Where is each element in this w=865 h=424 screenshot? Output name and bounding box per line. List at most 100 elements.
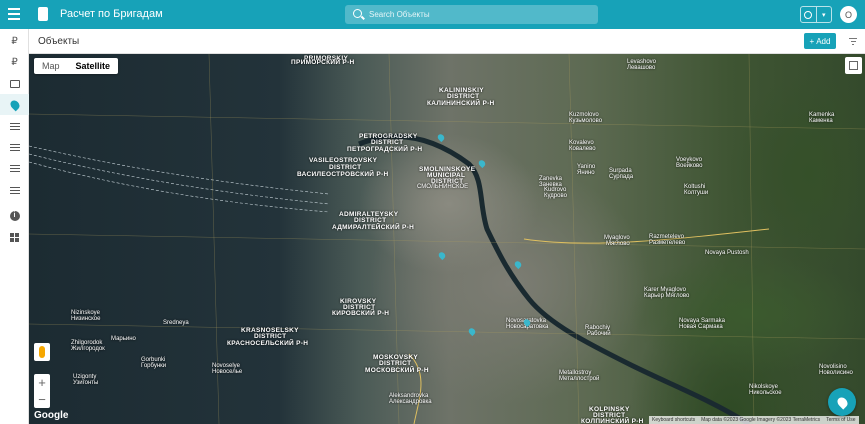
search-box (345, 5, 598, 24)
map-place-label: Кузьмолово (569, 118, 603, 124)
map-place-label: Марьино (111, 336, 136, 342)
map-place-label: Sredneya (163, 320, 189, 326)
pegman-icon (39, 346, 45, 358)
street-view-button[interactable] (34, 343, 50, 361)
map-pin-icon (834, 394, 850, 410)
zoom-out-button[interactable]: − (34, 391, 50, 408)
filter-icon[interactable] (849, 38, 857, 45)
map-place-label: КИРОВСКИЙ Р-Н (332, 310, 390, 317)
map-place-label: Мяглово (606, 241, 630, 247)
map-place-label: Левашово (627, 65, 656, 71)
image-icon (9, 79, 20, 88)
map-place-label: Колтуши (684, 190, 709, 196)
map-place-label: DISTRICT (447, 93, 480, 100)
sidebar-item-list-3[interactable] (0, 158, 29, 179)
map-place-label: Каменка (809, 118, 833, 124)
app-title: Расчет по Бригадам (60, 8, 163, 20)
page-title: Объекты (38, 36, 80, 47)
sidebar-item-list-4[interactable] (0, 180, 29, 201)
add-button-label: Add (816, 36, 831, 46)
map-place-label: Горбунки (141, 363, 167, 369)
list-icon (9, 186, 20, 195)
sidebar: ₽ ₽ i (0, 29, 29, 424)
map-place-label: VASILEOSTROVSKY (309, 157, 378, 164)
map-place-label: Ковалево (569, 146, 596, 152)
map-place-label: Разметелево (649, 240, 686, 246)
map-place-label: Янино (577, 170, 595, 176)
avatar[interactable]: O (840, 6, 857, 23)
map-place-label: DISTRICT (371, 139, 404, 146)
map-place-label: DISTRICT (379, 360, 412, 367)
language-selector[interactable]: ▾ (800, 6, 832, 23)
map-place-label: Узигонты (73, 380, 99, 386)
map-place-label: Никольское (749, 390, 782, 396)
map-place-label: Воейково (676, 163, 703, 169)
map-place-label: Новая Сармака (679, 324, 723, 330)
list-icon (9, 122, 20, 131)
fullscreen-button[interactable] (845, 57, 862, 74)
globe-button[interactable] (801, 7, 817, 22)
map-pin-icon (8, 98, 21, 111)
ruble-icon: ₽ (11, 57, 18, 68)
zoom-control: + − (34, 374, 50, 408)
list-icon (9, 164, 20, 173)
dropdown-button[interactable]: ▾ (817, 7, 832, 22)
search-icon (353, 9, 362, 18)
sidebar-item-ruble-2[interactable]: ₽ (0, 52, 29, 73)
terms-link[interactable]: Terms of Use (826, 417, 855, 423)
map-place-label: СМОЛЬНИНСКОЕ (417, 184, 469, 190)
app-bar: Расчет по Бригадам ▾ O (0, 0, 865, 29)
map-type-control: Map Satellite (34, 58, 119, 74)
map-type-map-button[interactable]: Map (34, 58, 68, 74)
map-place-label: DISTRICT (254, 333, 287, 340)
list-icon (9, 143, 20, 152)
map-data-text: Map data ©2023 Google Imagery ©2023 Terr… (701, 417, 821, 423)
keyboard-shortcuts-link[interactable]: Keyboard shortcuts (652, 417, 695, 423)
map-place-label: Карьер Мяглово (644, 293, 690, 299)
globe-icon (804, 10, 813, 19)
search-input[interactable] (369, 7, 589, 22)
map-place-label: КРАСНОСЕЛЬСКИЙ Р-Н (227, 340, 309, 347)
map-place-label: DISTRICT (329, 164, 362, 171)
map-place-label: Металлострой (559, 376, 600, 382)
sidebar-item-ruble-1[interactable]: ₽ (0, 31, 29, 52)
google-logo: Google (34, 410, 69, 421)
sidebar-item-info[interactable]: i (0, 205, 29, 226)
map-place-label: АДМИРАЛТЕЙСКИЙ Р-Н (332, 224, 415, 231)
grid-icon (10, 233, 19, 242)
map-place-label: Новоселье (212, 369, 243, 375)
info-icon: i (9, 210, 20, 221)
plus-icon: + (809, 36, 815, 46)
map-attribution: Keyboard shortcuts Map data ©2023 Google… (649, 416, 859, 424)
map-place-label: Александровка (389, 399, 432, 405)
map-place-label: DISTRICT (354, 217, 387, 224)
map-place-label: Сурпада (609, 174, 634, 180)
map-place-label: Novaya Pustosh (705, 250, 749, 256)
sidebar-item-list-1[interactable] (0, 116, 29, 137)
map-place-label: ПРИМОРСКИЙ Р-Н (291, 59, 355, 66)
sidebar-item-apps[interactable] (0, 227, 29, 248)
page-header: Объекты + Add (29, 29, 865, 54)
sidebar-item-images[interactable] (0, 73, 29, 94)
map-view[interactable]: PRIMORSKIY ПРИМОРСКИЙ Р-Н KALININSKIY DISTR… (29, 54, 865, 424)
map-type-satellite-button[interactable]: Satellite (68, 58, 119, 74)
map-place-label: ПЕТРОГРАДСКИЙ Р-Н (347, 146, 423, 153)
menu-icon[interactable] (8, 8, 20, 20)
map-place-label: МОСКОВСКИЙ Р-Н (365, 367, 429, 374)
add-location-fab[interactable] (828, 388, 856, 416)
sidebar-item-objects[interactable] (0, 94, 29, 115)
zoom-in-button[interactable]: + (34, 374, 50, 391)
fullscreen-icon (849, 61, 858, 70)
map-place-label: КАЛИНИНСКИЙ Р-Н (427, 100, 495, 107)
sidebar-item-list-2[interactable] (0, 137, 29, 158)
map-place-label: Низинское (71, 316, 101, 322)
add-button[interactable]: + Add (804, 33, 836, 49)
map-place-label: Новолисино (819, 370, 853, 376)
map-place-label: Жилгородок (71, 346, 105, 352)
map-place-label: КОЛПИНСКИЙ Р-Н (581, 418, 644, 424)
map-place-label: ВАСИЛЕОСТРОВСКИЙ Р-Н (297, 171, 389, 178)
chevron-down-icon: ▾ (821, 11, 826, 19)
clipboard-icon (38, 7, 48, 21)
map-place-label: Кудрово (544, 193, 567, 199)
ruble-icon: ₽ (11, 36, 18, 47)
